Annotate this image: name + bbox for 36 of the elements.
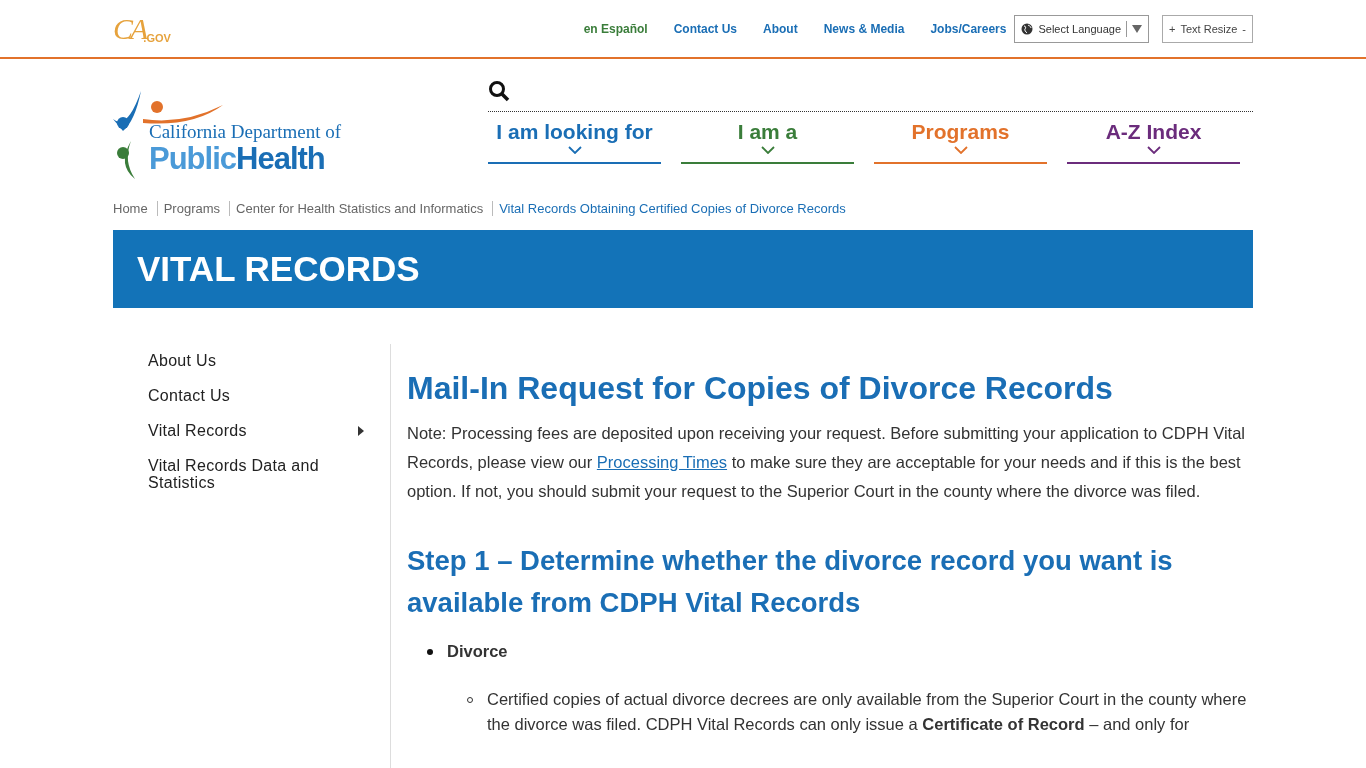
breadcrumb-link[interactable]: Programs bbox=[156, 201, 221, 216]
top-nav-link[interactable]: Jobs/Careers bbox=[930, 21, 1007, 36]
page-heading: Mail-In Request for Copies of Divorce Records bbox=[407, 370, 1114, 407]
sidebar-item[interactable]: About Us bbox=[113, 352, 390, 369]
chevron-down-icon bbox=[953, 146, 968, 154]
caret-right-icon bbox=[358, 425, 364, 436]
department-logo[interactable]: California Department of PublicHealth bbox=[113, 71, 488, 181]
banner-title: VITAL RECORDS bbox=[137, 249, 420, 289]
nav-tab[interactable]: Programs bbox=[874, 120, 1047, 164]
step-heading: Step 1 – Determine whether the divorce record you want is available from CDPH Vital Records bbox=[407, 544, 1174, 620]
top-nav-link[interactable]: News & Media bbox=[823, 21, 905, 36]
sidebar-item[interactable]: Contact Us bbox=[113, 387, 390, 404]
top-nav-link[interactable]: About bbox=[763, 21, 798, 36]
bullet-text: Certified copies of actual divorce decrees are only available from the Superior Court in the county where the divorce was filed. CDPH Vital Records can only issue a Certificate of Record – and only for bbox=[487, 690, 1247, 733]
nav-tab[interactable]: A-Z Index bbox=[1067, 120, 1240, 164]
bullet-item: Divorce bbox=[447, 642, 508, 660]
top-nav-link[interactable]: en Español bbox=[583, 21, 648, 36]
processing-times-link[interactable]: Processing Times bbox=[596, 453, 728, 471]
chevron-down-icon bbox=[1146, 146, 1161, 154]
top-nav-link[interactable]: Contact Us bbox=[673, 21, 738, 36]
nav-tab[interactable]: I am looking for bbox=[488, 120, 661, 164]
chevron-down-icon bbox=[760, 146, 775, 154]
note-paragraph: Note: Processing fees are deposited upon receiving your request. Before submitting your application to CDPH Vital Records, please view our Processing Times to make sure they are acceptable for your needs and if this is the best option. If not, you should submit your request to the Superior Court in the county where the divorce was filed. bbox=[407, 423, 1246, 502]
chevron-down-icon bbox=[567, 146, 582, 154]
nav-tab[interactable]: I am a bbox=[681, 120, 854, 164]
language-select[interactable]: Select Language bbox=[1014, 14, 1150, 43]
globe-icon bbox=[1021, 22, 1034, 35]
breadcrumb-link[interactable]: Vital Records Obtaining Certified Copies of Divorce Records bbox=[492, 201, 846, 216]
bullet-icon bbox=[427, 648, 433, 655]
dropdown-arrow-icon bbox=[1132, 24, 1143, 33]
text-resize-button[interactable]: + Text Resize - bbox=[1162, 14, 1253, 43]
breadcrumb-link[interactable]: Home bbox=[113, 201, 148, 216]
breadcrumb-link[interactable]: Center for Health Statistics and Informatics bbox=[229, 201, 484, 216]
sidebar-item[interactable]: Vital Records bbox=[113, 422, 390, 439]
sidebar-item[interactable]: Vital Records Data and Statistics bbox=[113, 457, 390, 491]
search-icon[interactable] bbox=[488, 80, 510, 102]
